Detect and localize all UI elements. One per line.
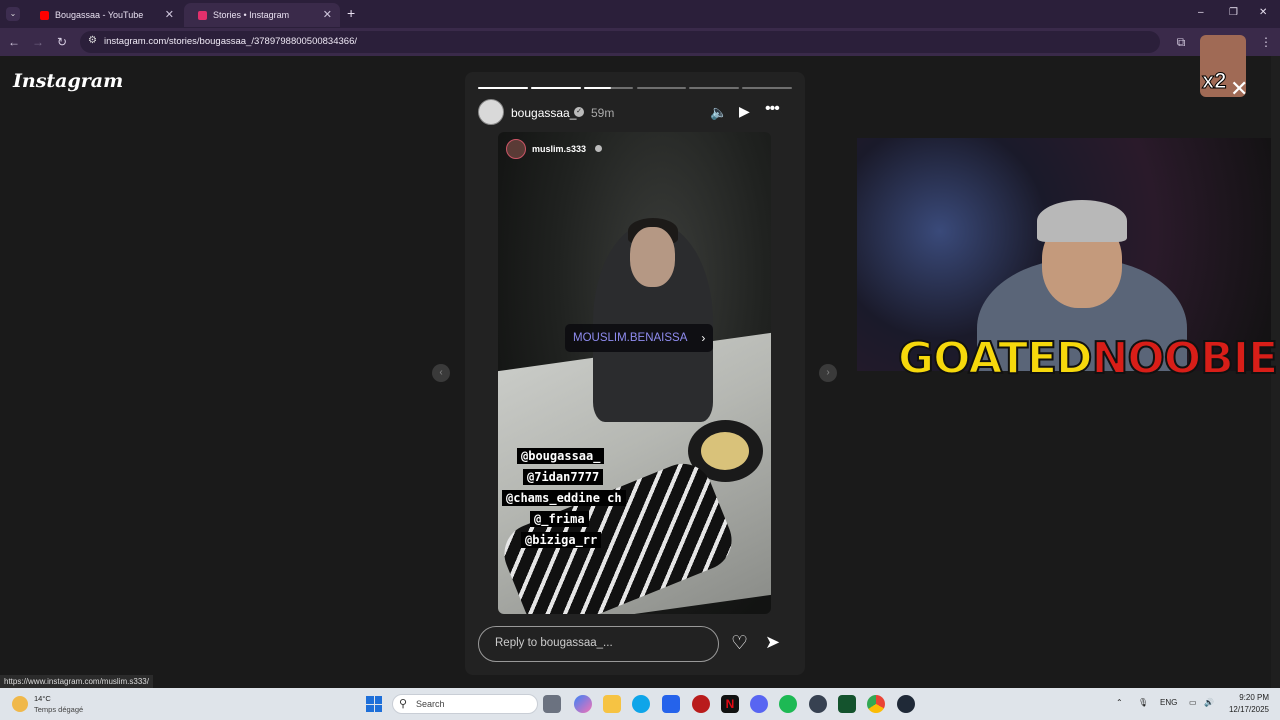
forward-icon[interactable]: → [30, 34, 46, 50]
tab-strip: ⌄ Bougassaa - YouTube ✕ Stories • Instag… [0, 0, 1280, 28]
instagram-logo[interactable]: Instagram [13, 70, 123, 92]
mention-tag[interactable]: @7idan7777 [523, 469, 604, 485]
url-text: instagram.com/stories/bougassaa_/3789798… [104, 36, 357, 47]
reply-placeholder: Reply to bougassaa_... [495, 637, 613, 649]
tab-instagram-label: Stories • Instagram [213, 10, 290, 20]
edge-icon[interactable] [632, 695, 650, 713]
site-info-icon[interactable]: ⚙ [88, 35, 97, 46]
goated-text: GOATED [897, 332, 1094, 385]
face-image [630, 227, 675, 287]
start-tile [374, 696, 382, 704]
streamer-cap-image [1037, 200, 1127, 242]
chrome-icon[interactable] [867, 695, 885, 713]
next-story-arrow-icon[interactable]: › [819, 364, 837, 382]
obs-icon[interactable] [897, 695, 915, 713]
goated-noobie-logo: GOATEDNOOBIE [897, 332, 1280, 385]
close-icon[interactable]: ✕ [1230, 76, 1248, 102]
story-time: 59m [591, 106, 615, 120]
start-button[interactable] [366, 696, 382, 712]
instagram-favicon-icon [198, 10, 207, 20]
spotify-icon[interactable] [779, 695, 797, 713]
clock-time[interactable]: 9:20 PM [1229, 693, 1269, 702]
emote-multiplier: x2 [1201, 68, 1227, 94]
speaker-icon[interactable]: 🔊 [1204, 698, 1214, 707]
tab-list-dropdown-icon[interactable]: ⌄ [6, 7, 20, 21]
mention-tag[interactable]: @chams_eddine ch [502, 490, 626, 506]
minimize-button[interactable]: – [1198, 7, 1204, 18]
extensions-icon[interactable]: ⧉ [1173, 34, 1189, 50]
weather-temp: 14°C [34, 694, 51, 703]
task-view-icon[interactable] [543, 695, 561, 713]
reload-icon[interactable]: ↻ [54, 34, 70, 50]
mention-sticker-label: MOUSLIM.BENAISSA [573, 332, 688, 344]
avatar[interactable] [478, 99, 504, 125]
mention-sticker[interactable]: MOUSLIM.BENAISSA › [565, 324, 714, 352]
previous-story-arrow-icon[interactable]: ‹ [432, 364, 450, 382]
story-username[interactable]: bougassaa_ [511, 106, 576, 120]
story-progress-fill [478, 87, 528, 89]
app-icon[interactable] [809, 695, 827, 713]
tab-youtube[interactable]: Bougassaa - YouTube ✕ [26, 3, 182, 27]
mention-tag[interactable]: @_frima [530, 511, 589, 527]
more-options-icon[interactable]: ••• [765, 100, 780, 118]
story-progress-fill [530, 87, 581, 89]
chevron-right-icon: › [701, 331, 706, 345]
netflix-icon[interactable]: N [721, 695, 739, 713]
mention-tag[interactable]: @bougassaa_ [517, 448, 605, 464]
tab-close-icon[interactable]: ✕ [165, 8, 174, 21]
play-icon[interactable]: ▶ [739, 103, 750, 120]
copilot-icon[interactable] [574, 695, 592, 713]
story-progress-segment [689, 87, 740, 89]
send-icon[interactable]: ➤ [765, 632, 780, 653]
status-url-tooltip: https://www.instagram.com/muslim.s333/ [0, 675, 153, 688]
start-tile [374, 704, 382, 712]
like-heart-icon[interactable]: ♡ [731, 632, 748, 655]
menu-icon[interactable]: ⋮ [1258, 34, 1274, 50]
weather-icon[interactable] [12, 696, 28, 712]
start-tile [366, 704, 374, 712]
search-label: Search [416, 699, 445, 709]
file-explorer-icon[interactable] [603, 695, 621, 713]
shared-from-username[interactable]: muslim.s333 [532, 144, 586, 154]
taskbar-search[interactable] [392, 694, 538, 714]
discord-icon[interactable] [750, 695, 768, 713]
back-icon[interactable]: ← [6, 34, 22, 50]
food-image [701, 432, 749, 470]
volume-icon[interactable]: 🔈 [710, 104, 727, 121]
restore-button[interactable]: ❐ [1229, 7, 1238, 18]
tab-youtube-label: Bougassaa - YouTube [55, 10, 144, 20]
tab-instagram[interactable]: Stories • Instagram ✕ [184, 3, 340, 27]
new-tab-button[interactable]: + [347, 5, 355, 21]
story-progress-segment [636, 87, 687, 89]
story-progress-segment [742, 87, 792, 89]
shared-from-avatar[interactable] [506, 139, 526, 159]
search-icon: ⚲ [399, 698, 408, 710]
tray-chevron-icon[interactable]: ⌃ [1116, 698, 1123, 707]
address-bar[interactable]: ⚙ instagram.com/stories/bougassaa_/37897… [80, 31, 1160, 53]
terminal-icon[interactable] [838, 695, 856, 713]
microphone-icon[interactable]: 🎙 [1138, 698, 1148, 707]
noobie-text: NOOBIE [1091, 332, 1280, 385]
start-tile [366, 696, 374, 704]
network-icon[interactable]: ▭ [1189, 698, 1197, 707]
clock-date[interactable]: 12/17/2025 [1222, 705, 1269, 714]
close-window-button[interactable]: ✕ [1259, 7, 1267, 18]
language-indicator[interactable]: ENG [1160, 698, 1177, 707]
app-icon[interactable] [692, 695, 710, 713]
weather-desc: Temps dégagé [34, 705, 84, 714]
tab-close-icon[interactable]: ✕ [323, 8, 332, 21]
story-progress-fill [583, 87, 612, 89]
verified-badge-icon [595, 145, 602, 152]
verified-badge-icon: ✓ [574, 107, 584, 117]
store-icon[interactable] [662, 695, 680, 713]
youtube-favicon-icon [40, 10, 49, 20]
mention-tag[interactable]: @biziga_rr [521, 532, 602, 548]
